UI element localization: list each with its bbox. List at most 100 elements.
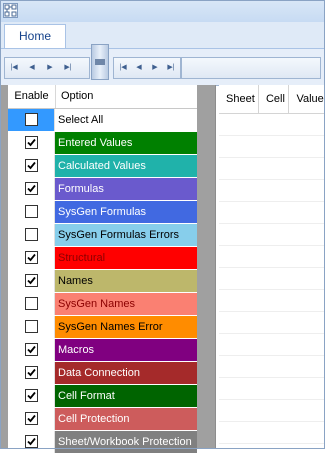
enable-cell <box>8 201 55 223</box>
option-row[interactable]: Formulas <box>8 178 197 201</box>
last-icon[interactable]: ▶| <box>61 61 75 75</box>
enable-checkbox[interactable] <box>25 251 38 264</box>
option-label: SysGen Formulas Errors <box>55 224 197 246</box>
option-column-header[interactable]: Option <box>56 85 197 108</box>
results-row <box>219 378 325 400</box>
checkmark-icon <box>27 161 36 170</box>
enable-checkbox[interactable] <box>25 297 38 310</box>
results-row <box>219 334 325 356</box>
enable-column-header[interactable]: Enable <box>8 85 56 108</box>
results-row <box>219 444 325 449</box>
checkmark-icon <box>27 368 36 377</box>
checkmark-icon <box>27 345 36 354</box>
checkmark-icon <box>27 138 36 147</box>
last-icon[interactable]: ▶| <box>164 61 178 75</box>
results-row <box>219 158 325 180</box>
option-row[interactable]: Data Connection <box>8 362 197 385</box>
enable-cell <box>8 270 55 292</box>
option-row[interactable]: SysGen Formulas Errors <box>8 224 197 247</box>
results-row <box>219 180 325 202</box>
splitter-handle[interactable] <box>91 44 109 80</box>
enable-checkbox[interactable] <box>25 320 38 333</box>
option-row[interactable]: SysGen Formulas <box>8 201 197 224</box>
option-row[interactable]: Structural <box>8 247 197 270</box>
options-grid: Enable Option Select All Entered Values Ca… <box>8 85 197 454</box>
enable-cell <box>8 155 55 177</box>
option-row[interactable]: SysGen Names <box>8 293 197 316</box>
enable-cell <box>8 132 55 154</box>
enable-checkbox[interactable] <box>25 182 38 195</box>
grid-header: Enable Option <box>8 85 197 109</box>
checkmark-icon <box>27 253 36 262</box>
option-label: Select All <box>55 109 197 131</box>
option-label: Macros <box>55 339 197 361</box>
horizontal-scrollbar[interactable] <box>181 57 321 79</box>
prev-icon[interactable]: ◀ <box>132 61 146 75</box>
results-panel: Sheet Cell Value <box>219 85 325 449</box>
checkmark-icon <box>27 184 36 193</box>
enable-checkbox[interactable] <box>25 228 38 241</box>
value-column-header[interactable]: Value <box>289 85 325 113</box>
enable-cell <box>8 224 55 246</box>
enable-cell <box>8 178 55 200</box>
results-row <box>219 268 325 290</box>
next-icon[interactable]: ▶ <box>148 61 162 75</box>
enable-checkbox[interactable] <box>25 159 38 172</box>
option-row[interactable]: Names <box>8 270 197 293</box>
enable-checkbox[interactable] <box>25 274 38 287</box>
enable-checkbox[interactable] <box>25 366 38 379</box>
option-row[interactable]: Cell Format <box>8 385 197 408</box>
option-row[interactable]: Entered Values <box>8 132 197 155</box>
options-panel: Enable Option Select All Entered Values Ca… <box>0 85 216 454</box>
option-label: Sheet/Workbook Protection <box>55 431 197 453</box>
option-row[interactable]: SysGen Names Error <box>8 316 197 339</box>
enable-cell <box>8 431 55 453</box>
results-row <box>219 246 325 268</box>
enable-cell <box>8 339 55 361</box>
results-row <box>219 136 325 158</box>
results-header: Sheet Cell Value <box>219 85 325 114</box>
prev-icon[interactable]: ◀ <box>25 61 39 75</box>
option-label: Data Connection <box>55 362 197 384</box>
next-icon[interactable]: ▶ <box>43 61 57 75</box>
option-row[interactable]: Calculated Values <box>8 155 197 178</box>
results-row <box>219 224 325 246</box>
results-row <box>219 422 325 444</box>
option-row[interactable]: Macros <box>8 339 197 362</box>
enable-checkbox[interactable] <box>25 343 38 356</box>
checkmark-icon <box>27 437 36 446</box>
app-icon[interactable] <box>3 3 18 18</box>
cell-column-header[interactable]: Cell <box>259 85 290 113</box>
enable-cell <box>8 385 55 407</box>
enable-checkbox[interactable] <box>25 136 38 149</box>
enable-cell <box>8 408 55 430</box>
enable-cell <box>8 293 55 315</box>
navigator-left: |◀ ◀ ▶ ▶| <box>4 57 90 79</box>
option-label: SysGen Formulas <box>55 201 197 223</box>
option-label: SysGen Names <box>55 293 197 315</box>
results-row <box>219 400 325 422</box>
option-row[interactable]: Cell Protection <box>8 408 197 431</box>
option-row[interactable]: Select All <box>8 109 197 132</box>
first-icon[interactable]: |◀ <box>7 61 21 75</box>
sheet-column-header[interactable]: Sheet <box>219 85 259 113</box>
enable-checkbox[interactable] <box>25 205 38 218</box>
enable-checkbox[interactable] <box>25 435 38 448</box>
results-row <box>219 356 325 378</box>
option-label: Cell Protection <box>55 408 197 430</box>
enable-cell <box>8 316 55 338</box>
enable-checkbox[interactable] <box>25 389 38 402</box>
enable-checkbox[interactable] <box>25 113 38 126</box>
tab-home[interactable]: Home <box>4 24 66 48</box>
enable-cell <box>8 362 55 384</box>
option-row[interactable]: Sheet/Workbook Protection <box>8 431 197 454</box>
option-label: Names <box>55 270 197 292</box>
results-row <box>219 312 325 334</box>
enable-checkbox[interactable] <box>25 412 38 425</box>
checkmark-icon <box>27 276 36 285</box>
checkmark-icon <box>27 414 36 423</box>
option-label: Formulas <box>55 178 197 200</box>
option-label: Calculated Values <box>55 155 197 177</box>
option-label: Structural <box>55 247 197 269</box>
first-icon[interactable]: |◀ <box>116 61 130 75</box>
